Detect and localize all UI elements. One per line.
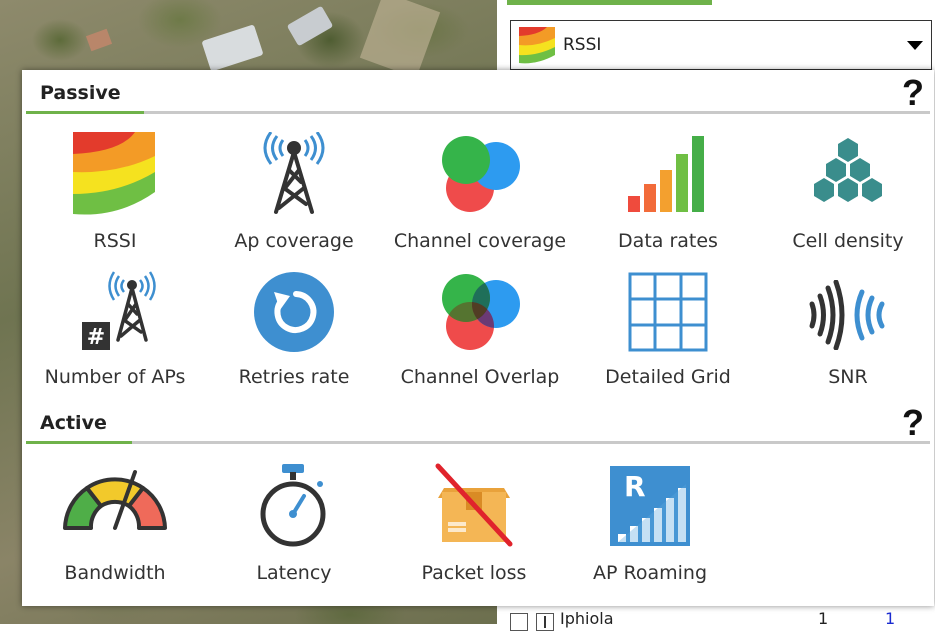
tile-label: SNR [828, 366, 868, 388]
tile-ap-roaming[interactable]: R AP Roaming [560, 458, 740, 593]
number-of-aps-icon: # [82, 271, 156, 350]
tile-snr[interactable]: SNR [758, 268, 935, 403]
tile-label: Ap coverage [234, 230, 354, 252]
active-title: Active [40, 412, 107, 434]
tile-channel-overlap[interactable]: Channel Overlap [390, 268, 570, 403]
tile-label: Packet loss [421, 562, 527, 584]
tile-label: Latency [256, 562, 332, 584]
section-accent-line [26, 111, 144, 114]
chevron-down-icon[interactable] [907, 41, 923, 50]
divider [26, 441, 930, 444]
tile-label: Bandwidth [64, 562, 166, 584]
tree-row-value: 1 [818, 609, 829, 628]
tile-latency[interactable]: Latency [204, 458, 384, 593]
dropdown-selected-label: RSSI [563, 35, 602, 55]
passive-section-header: Passive ? [22, 70, 934, 114]
tile-label: Data rates [618, 230, 718, 252]
map-building [85, 28, 113, 52]
tree-row-link-value[interactable]: 1 [885, 609, 895, 628]
map-building [286, 5, 334, 47]
tile-label: Cell density [792, 230, 904, 252]
antenna-tower-icon [263, 132, 325, 214]
svg-text:#: # [87, 325, 105, 350]
tree-row-label: Iphiola [560, 609, 614, 628]
rssi-icon [519, 27, 555, 64]
heatmap-type-dropdown[interactable]: RSSI [510, 20, 932, 70]
active-section-header: Active ? [22, 400, 934, 444]
tile-label: Detailed Grid [605, 366, 731, 388]
tile-rssi[interactable]: RSSI [25, 128, 205, 263]
tile-detailed-grid[interactable]: Detailed Grid [578, 268, 758, 403]
data-rates-icon [628, 136, 704, 212]
active-help-icon[interactable]: ? [902, 402, 924, 444]
tile-packet-loss[interactable]: Packet loss [384, 458, 564, 593]
tile-label: Retries rate [238, 366, 350, 388]
snr-icon [809, 280, 885, 350]
active-tab-indicator [507, 0, 712, 5]
rssi-icon [73, 132, 155, 215]
ap-roaming-icon: R [610, 466, 690, 546]
stopwatch-icon [260, 464, 326, 547]
passive-help-icon[interactable]: ? [902, 72, 924, 114]
section-accent-line [26, 441, 132, 444]
cell-density-icon [814, 138, 882, 202]
tile-label: RSSI [93, 230, 137, 252]
tile-label: Channel Overlap [400, 366, 560, 388]
tile-label: Number of APs [44, 366, 186, 388]
tile-label: Channel coverage [393, 230, 567, 252]
retry-icon [254, 272, 334, 352]
tile-ap-coverage[interactable]: Ap coverage [204, 128, 384, 263]
grid-icon [628, 272, 708, 352]
tile-label: AP Roaming [593, 562, 707, 584]
tree-row[interactable]: Iphiola 1 1 [510, 607, 930, 631]
tile-data-rates[interactable]: Data rates [578, 128, 758, 263]
channel-coverage-icon [442, 136, 520, 212]
speedometer-icon [63, 470, 167, 530]
tile-bandwidth[interactable]: Bandwidth [25, 458, 205, 593]
channel-overlap-icon [442, 274, 520, 350]
map-building [201, 24, 264, 72]
svg-text:R: R [624, 470, 646, 503]
map-road [359, 0, 441, 79]
tile-channel-coverage[interactable]: Channel coverage [390, 128, 570, 263]
tile-cell-density[interactable]: Cell density [758, 128, 935, 263]
tile-retries-rate[interactable]: Retries rate [204, 268, 384, 403]
divider [26, 111, 930, 114]
passive-title: Passive [40, 82, 121, 104]
checkbox[interactable] [510, 613, 528, 631]
packet-loss-icon [435, 463, 513, 547]
tile-number-of-aps[interactable]: # Number of APs [25, 268, 205, 403]
heatmap-selector-popup: Passive ? RSSI Ap coverage Channel cover… [22, 70, 934, 606]
expand-icon[interactable] [536, 613, 554, 631]
